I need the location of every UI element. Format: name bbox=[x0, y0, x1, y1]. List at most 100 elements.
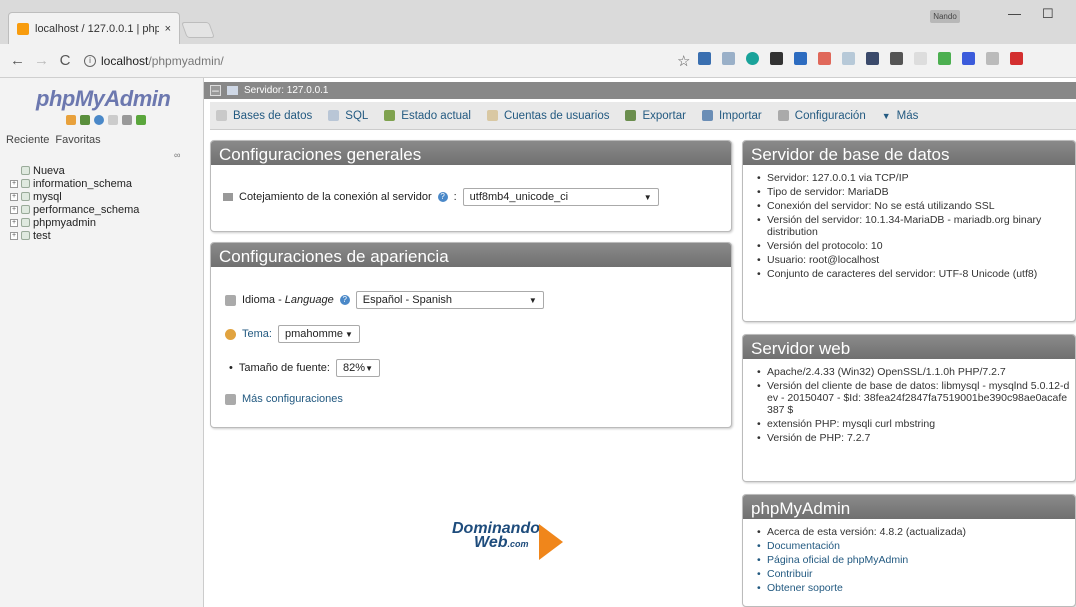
export-icon bbox=[625, 110, 637, 121]
close-tab-icon[interactable]: × bbox=[165, 23, 171, 35]
docs-icon[interactable] bbox=[108, 115, 118, 125]
help-icon[interactable]: ? bbox=[437, 192, 448, 202]
panel-title: phpMyAdmin bbox=[743, 495, 1075, 519]
new-db-icon bbox=[21, 166, 30, 175]
server-label[interactable]: Servidor: 127.0.0.1 bbox=[244, 85, 329, 96]
reload-button[interactable]: C bbox=[58, 52, 72, 69]
extension-icon[interactable] bbox=[938, 52, 951, 65]
extension-icon[interactable] bbox=[890, 52, 903, 65]
menu-export[interactable]: Exportar bbox=[625, 110, 686, 122]
extension-icon[interactable] bbox=[1010, 52, 1023, 65]
settings-icon[interactable] bbox=[122, 115, 132, 125]
minimize-button[interactable]: — bbox=[1008, 6, 1021, 21]
tree-item-information-schema[interactable]: + information_schema bbox=[10, 177, 139, 190]
database-server-list: Servidor: 127.0.0.1 via TCP/IP Tipo de s… bbox=[755, 172, 1071, 282]
database-icon bbox=[21, 205, 30, 214]
font-size-select[interactable]: 82% ▼ bbox=[335, 359, 380, 377]
list-item: Conjunto de caracteres del servidor: UTF… bbox=[755, 268, 1071, 280]
theme-select[interactable]: pmahomme ▼ bbox=[277, 325, 360, 343]
database-tree: Nueva + information_schema + mysql + perfor… bbox=[10, 164, 139, 242]
list-item[interactable]: Documentación bbox=[755, 540, 1071, 552]
extension-icon[interactable] bbox=[866, 52, 879, 65]
tab-recent[interactable]: Reciente bbox=[6, 134, 49, 146]
menu-status[interactable]: Estado actual bbox=[384, 110, 471, 122]
status-icon bbox=[384, 110, 396, 121]
forward-button[interactable]: → bbox=[34, 52, 49, 69]
expand-icon[interactable]: + bbox=[10, 192, 18, 201]
favicon-icon bbox=[17, 22, 29, 35]
tree-item-performance-schema[interactable]: + performance_schema bbox=[10, 203, 139, 216]
list-item: Versión de PHP: 7.2.7 bbox=[755, 432, 1071, 444]
extension-icon[interactable] bbox=[794, 52, 807, 65]
url-host: localhost bbox=[101, 53, 149, 68]
extension-icon[interactable] bbox=[986, 52, 999, 65]
database-icon bbox=[216, 110, 227, 121]
extension-icon[interactable] bbox=[818, 52, 831, 65]
list-item[interactable]: Página oficial de phpMyAdmin bbox=[755, 554, 1071, 566]
help-icon[interactable] bbox=[94, 115, 104, 125]
list-item: Conexión del servidor: No se está utiliz… bbox=[755, 200, 1071, 212]
back-button[interactable]: ← bbox=[10, 52, 25, 69]
expand-icon[interactable]: + bbox=[10, 231, 18, 240]
link-icon[interactable]: ∞ bbox=[174, 150, 180, 160]
extension-icon[interactable] bbox=[914, 52, 927, 65]
logout-icon[interactable] bbox=[80, 115, 90, 125]
collation-icon bbox=[223, 193, 233, 201]
expand-icon[interactable]: + bbox=[10, 179, 18, 188]
server-breadcrumb: – Servidor: 127.0.0.1 bbox=[204, 82, 1076, 99]
extension-icon[interactable] bbox=[746, 52, 759, 65]
collapse-icon[interactable]: – bbox=[210, 84, 221, 96]
sql-icon bbox=[328, 110, 340, 121]
new-tab-button[interactable] bbox=[181, 22, 215, 38]
expand-icon[interactable]: + bbox=[10, 218, 18, 227]
extension-icon[interactable] bbox=[698, 52, 711, 65]
database-icon bbox=[21, 179, 30, 188]
language-select[interactable]: Español - Spanish ▼ bbox=[355, 291, 544, 309]
tree-item-phpmyadmin[interactable]: + phpmyadmin bbox=[10, 216, 139, 229]
caret-down-icon: ▼ bbox=[881, 110, 891, 121]
list-item: Apache/2.4.33 (Win32) OpenSSL/1.1.0h PHP… bbox=[755, 366, 1071, 378]
list-item[interactable]: Obtener soporte bbox=[755, 582, 1071, 594]
collation-select[interactable]: utf8mb4_unicode_ci ▼ bbox=[462, 188, 659, 206]
tab-favorites[interactable]: Favoritas bbox=[55, 134, 100, 146]
help-icon[interactable]: ? bbox=[339, 295, 350, 305]
bookmark-star-icon[interactable]: ☆ bbox=[677, 52, 690, 70]
extension-icon[interactable] bbox=[842, 52, 855, 65]
phpmyadmin-logo[interactable]: phpMyAdmin bbox=[36, 86, 171, 112]
phpmyadmin-info-list: Acerca de esta versión: 4.8.2 (actualiza… bbox=[755, 526, 1071, 596]
info-icon[interactable]: i bbox=[84, 54, 96, 67]
theme-label[interactable]: Tema: bbox=[242, 328, 272, 340]
list-item[interactable]: Contribuir bbox=[755, 568, 1071, 580]
list-item: extensión PHP: mysqli curl mbstring bbox=[755, 418, 1071, 430]
list-item: Versión del servidor: 10.1.34-MariaDB - … bbox=[755, 214, 1071, 238]
home-icon[interactable] bbox=[66, 115, 76, 125]
menu-more[interactable]: ▼ Más bbox=[882, 110, 919, 122]
theme-icon bbox=[225, 328, 236, 340]
more-settings-link[interactable]: Más configuraciones bbox=[242, 393, 343, 405]
browser-tab[interactable]: localhost / 127.0.0.1 | php × bbox=[8, 12, 180, 44]
menu-sql[interactable]: SQL bbox=[328, 110, 368, 122]
list-item: Versión del protocolo: 10 bbox=[755, 240, 1071, 252]
reload-nav-icon[interactable] bbox=[136, 115, 146, 125]
expand-icon[interactable]: + bbox=[10, 205, 18, 214]
wrench-icon bbox=[225, 393, 236, 405]
collation-label: Cotejamiento de la conexión al servidor bbox=[239, 191, 432, 203]
extension-icon[interactable] bbox=[770, 52, 783, 65]
extension-icon[interactable] bbox=[722, 52, 735, 65]
panel-title: Configuraciones de apariencia bbox=[211, 243, 731, 267]
maximize-button[interactable]: ☐ bbox=[1042, 6, 1054, 22]
list-item: Usuario: root@localhost bbox=[755, 254, 1071, 266]
menu-settings[interactable]: Configuración bbox=[777, 110, 866, 122]
list-item: Servidor: 127.0.0.1 via TCP/IP bbox=[755, 172, 1071, 184]
address-bar[interactable]: i localhost/phpmyadmin/ bbox=[84, 49, 514, 73]
profile-badge[interactable]: Nando bbox=[930, 10, 960, 23]
tree-item-new[interactable]: Nueva bbox=[10, 164, 139, 177]
extension-icon[interactable] bbox=[962, 52, 975, 65]
tree-item-test[interactable]: + test bbox=[10, 229, 139, 242]
tree-item-mysql[interactable]: + mysql bbox=[10, 190, 139, 203]
web-server-list: Apache/2.4.33 (Win32) OpenSSL/1.1.0h PHP… bbox=[755, 366, 1071, 446]
general-settings-panel: Configuraciones generales Cotejamiento d… bbox=[210, 140, 732, 232]
menu-import[interactable]: Importar bbox=[701, 110, 762, 122]
menu-databases[interactable]: Bases de datos bbox=[216, 110, 312, 122]
menu-users[interactable]: Cuentas de usuarios bbox=[486, 110, 609, 122]
